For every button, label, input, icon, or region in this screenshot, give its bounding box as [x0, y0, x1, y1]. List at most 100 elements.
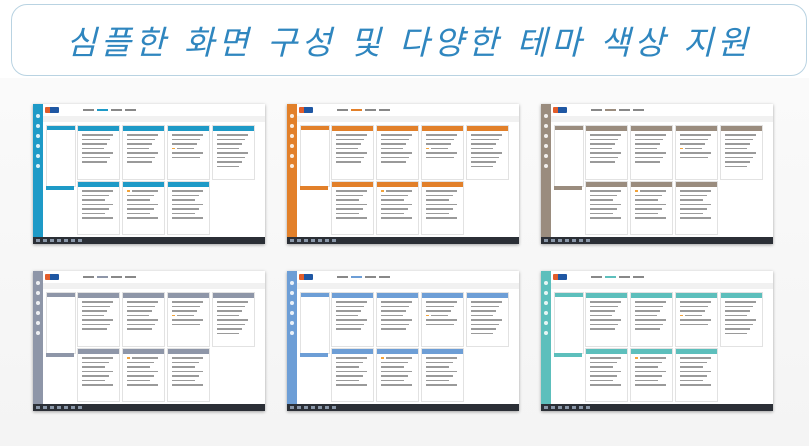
- mini-panel-header: [168, 182, 209, 187]
- mini-panel-line: [217, 138, 245, 140]
- mini-panel-line: [680, 384, 711, 386]
- mini-panel: [167, 125, 210, 180]
- mini-panel-line: [590, 212, 613, 214]
- mini-panel-line: [426, 212, 449, 214]
- mini-panel-line: [127, 199, 150, 201]
- mini-panel-line: [336, 375, 363, 377]
- mini-content: [43, 289, 265, 404]
- mini-panel-line: [172, 375, 199, 377]
- mini-panel-line: [590, 384, 621, 386]
- mini-panel-line: [127, 194, 154, 196]
- mini-content: [551, 122, 773, 237]
- mini-panel-line: [590, 147, 612, 149]
- mini-panel-header: [422, 349, 463, 354]
- theme-gallery: [0, 78, 809, 446]
- mini-taskbar-icon: [579, 239, 583, 242]
- mini-menu-item: [111, 276, 122, 278]
- mini-panel-line: [426, 301, 457, 303]
- mini-panel-line: [471, 156, 499, 158]
- mini-panel-line: [590, 366, 613, 368]
- mini-panel-line: [127, 161, 152, 163]
- mini-panel-line: [82, 212, 105, 214]
- mini-taskbar-icon: [318, 406, 322, 409]
- mini-panel-line: [336, 370, 367, 372]
- mini-panel-header: [676, 126, 717, 131]
- mini-panel-line: [426, 361, 453, 363]
- mini-panel-line: [127, 147, 149, 149]
- theme-thumbnail-sky: [287, 271, 519, 411]
- mini-panel-line: [426, 217, 457, 219]
- mini-sidebar-icon: [290, 114, 294, 118]
- mini-panel-line: [127, 361, 154, 363]
- mini-panel-header: [467, 293, 508, 298]
- theme-thumbnail-blue: [33, 104, 265, 244]
- mini-sidebar-icon: [290, 144, 294, 148]
- mini-sidebar-icon: [290, 154, 294, 158]
- mini-panel-line: [590, 199, 613, 201]
- mini-panel-line: [217, 310, 242, 312]
- mini-menu-item: [379, 276, 390, 278]
- mini-panel-line: [426, 190, 457, 192]
- mini-panel-line: [590, 323, 618, 325]
- mini-left-menu: [46, 125, 76, 187]
- mini-panel-header: [332, 126, 373, 131]
- mini-panel-line: [426, 143, 451, 145]
- mini-panel-line: [127, 301, 158, 303]
- mini-panel-line: [82, 301, 113, 303]
- mini-panel-line: [381, 147, 403, 149]
- mini-sidebar-icon: [544, 154, 548, 158]
- mini-panel-line: [635, 375, 662, 377]
- mini-panel-line: [635, 366, 658, 368]
- mini-panel-line: [336, 379, 359, 381]
- mini-panel-line: [82, 305, 110, 307]
- mini-panel-line: [680, 134, 711, 136]
- mini-logo: [553, 274, 567, 280]
- mini-tab-strip: [425, 107, 505, 122]
- mini-sidebar-icon: [290, 134, 294, 138]
- mini-panel-line: [381, 375, 408, 377]
- mini-panel-line: [471, 147, 493, 149]
- mini-content: [551, 289, 773, 404]
- mini-panel-header: [123, 349, 164, 354]
- mini-panel-line: [172, 152, 203, 154]
- mini-panel-line: [336, 301, 367, 303]
- mini-panel-line: [426, 208, 453, 210]
- mini-menu-item: [125, 276, 136, 278]
- mini-panel-line: [217, 301, 248, 303]
- mini-panel-line: [172, 384, 203, 386]
- mini-panel-line: [426, 323, 454, 325]
- mini-panel-line: [336, 134, 367, 136]
- mini-tab-strip: [171, 107, 251, 122]
- mini-taskbar-icon: [565, 239, 569, 242]
- mini-panel-line: [471, 143, 496, 145]
- mini-panel: [585, 125, 628, 180]
- mini-taskbar-icon: [297, 406, 301, 409]
- mini-panel: [720, 125, 763, 180]
- mini-left-menu: [300, 125, 330, 187]
- mini-panel-line: [336, 305, 364, 307]
- mini-panel-line: [172, 379, 195, 381]
- mini-taskbar-icon: [311, 239, 315, 242]
- mini-panel: [421, 292, 464, 347]
- mini-panel: [675, 292, 718, 347]
- mini-left-menu-header: [47, 293, 75, 297]
- mini-panel-line: [336, 310, 361, 312]
- mini-taskbar-icon: [311, 406, 315, 409]
- mini-panel-line: [336, 384, 367, 386]
- mini-panel-line: [680, 323, 708, 325]
- mini-panel: [630, 292, 673, 347]
- mini-tab-strip: [679, 107, 759, 122]
- mini-panel-line: [381, 161, 406, 163]
- mini-panel: [331, 181, 374, 235]
- mini-panel-line: [82, 357, 113, 359]
- mini-panel-line: [635, 208, 662, 210]
- mini-panel-line: [127, 156, 155, 158]
- mini-panel-line: [426, 134, 457, 136]
- mini-panel-line: [680, 366, 703, 368]
- mini-panel-line: [725, 328, 750, 330]
- mini-panel: [77, 125, 120, 180]
- mini-panel-line: [590, 319, 621, 321]
- mini-panel-line: [172, 190, 203, 192]
- mini-panel-line: [426, 147, 448, 149]
- mini-panel-line: [680, 305, 708, 307]
